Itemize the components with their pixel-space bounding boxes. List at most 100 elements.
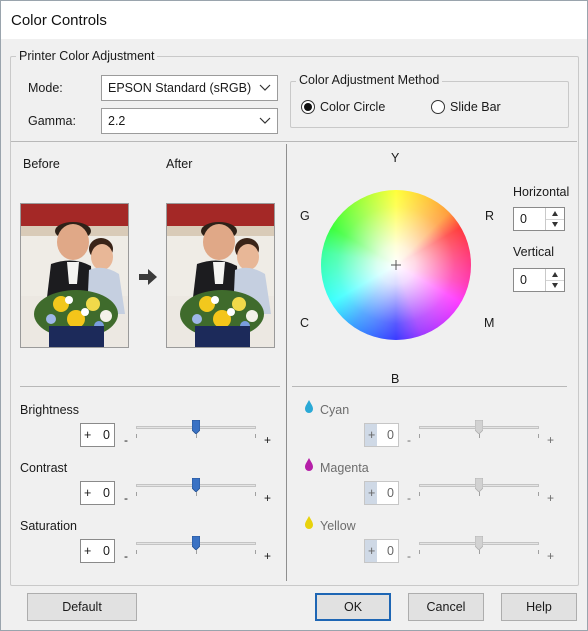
slider-tick bbox=[255, 434, 256, 438]
saturation-value: 0 bbox=[103, 544, 110, 558]
contrast-plus: + bbox=[264, 491, 272, 505]
cyan-plus: + bbox=[547, 433, 555, 447]
circle-label-m: M bbox=[484, 316, 495, 330]
triangle-up-icon bbox=[552, 211, 558, 216]
saturation-value-box[interactable]: + 0 bbox=[80, 539, 115, 563]
color-circle-radio-label[interactable]: Color Circle bbox=[320, 100, 385, 114]
contrast-sign: + bbox=[84, 486, 92, 500]
circle-label-y: Y bbox=[391, 151, 400, 165]
circle-label-b: B bbox=[391, 372, 400, 386]
contrast-slider-thumb[interactable] bbox=[192, 478, 200, 492]
chevron-down-icon bbox=[259, 117, 271, 124]
mode-select[interactable]: EPSON Standard (sRGB) bbox=[101, 75, 278, 101]
contrast-value-box[interactable]: + 0 bbox=[80, 481, 115, 505]
after-preview-image bbox=[166, 203, 275, 348]
crosshair-icon[interactable] bbox=[390, 259, 402, 271]
before-preview-image bbox=[20, 203, 129, 348]
cyan-minus: - bbox=[407, 433, 411, 447]
magenta-sign: + bbox=[368, 486, 376, 500]
slider-tick bbox=[419, 550, 420, 554]
slider-tick bbox=[195, 434, 197, 438]
slider-tick bbox=[136, 434, 137, 438]
cyan-value-box: + 0 bbox=[364, 423, 399, 447]
slider-tick bbox=[136, 550, 137, 554]
cyan-drop-icon bbox=[305, 400, 313, 413]
vertical-value: 0 bbox=[520, 273, 527, 287]
gamma-value: 2.2 bbox=[108, 114, 126, 128]
slide-bar-radio-label[interactable]: Slide Bar bbox=[450, 100, 501, 114]
cyan-value: 0 bbox=[387, 428, 394, 442]
left-divider bbox=[20, 386, 280, 387]
printer-color-adjustment-label: Printer Color Adjustment bbox=[16, 49, 158, 63]
brightness-plus: + bbox=[264, 433, 272, 447]
circle-label-r: R bbox=[485, 209, 495, 223]
yellow-value: 0 bbox=[387, 544, 394, 558]
chevron-down-icon bbox=[259, 84, 271, 91]
circle-label-c: C bbox=[300, 316, 310, 330]
contrast-label: Contrast bbox=[20, 461, 68, 475]
color-adjustment-method-label: Color Adjustment Method bbox=[296, 73, 443, 87]
top-divider bbox=[11, 141, 577, 142]
cyan-label: Cyan bbox=[320, 403, 350, 417]
slider-tick bbox=[538, 550, 539, 554]
brightness-minus: - bbox=[124, 433, 128, 447]
mode-value: EPSON Standard (sRGB) bbox=[108, 81, 252, 95]
brightness-value-box[interactable]: + 0 bbox=[80, 423, 115, 447]
gamma-label: Gamma: bbox=[28, 114, 76, 128]
brightness-slider-thumb[interactable] bbox=[192, 420, 200, 434]
slider-tick bbox=[478, 434, 480, 438]
cyan-slider-thumb bbox=[475, 420, 483, 434]
magenta-value-box: + 0 bbox=[364, 481, 399, 505]
default-button[interactable]: Default bbox=[27, 593, 137, 621]
slide-bar-radio[interactable] bbox=[431, 100, 445, 114]
color-circle[interactable] bbox=[321, 190, 471, 340]
saturation-slider-thumb[interactable] bbox=[192, 536, 200, 550]
saturation-plus: + bbox=[264, 549, 272, 563]
contrast-value: 0 bbox=[103, 486, 110, 500]
slider-tick bbox=[195, 550, 197, 554]
yellow-plus: + bbox=[547, 549, 555, 563]
cancel-button[interactable]: Cancel bbox=[408, 593, 484, 621]
yellow-label: Yellow bbox=[320, 519, 356, 533]
right-divider bbox=[292, 386, 567, 387]
brightness-sign: + bbox=[84, 428, 92, 442]
color-circle-radio[interactable] bbox=[301, 100, 315, 114]
slider-tick bbox=[419, 492, 420, 496]
horizontal-label: Horizontal bbox=[513, 185, 570, 199]
ok-button[interactable]: OK bbox=[315, 593, 391, 621]
contrast-minus: - bbox=[124, 491, 128, 505]
slider-tick bbox=[538, 492, 539, 496]
triangle-up-icon bbox=[552, 272, 558, 277]
magenta-plus: + bbox=[547, 491, 555, 505]
yellow-minus: - bbox=[407, 549, 411, 563]
yellow-sign: + bbox=[368, 544, 376, 558]
slider-tick bbox=[136, 492, 137, 496]
slider-tick bbox=[478, 550, 480, 554]
magenta-drop-icon bbox=[305, 458, 313, 471]
help-button[interactable]: Help bbox=[501, 593, 577, 621]
vertical-label: Vertical bbox=[513, 245, 554, 259]
arrow-right-icon bbox=[139, 269, 157, 285]
gamma-select[interactable]: 2.2 bbox=[101, 108, 278, 134]
brightness-value: 0 bbox=[103, 428, 110, 442]
brightness-label: Brightness bbox=[20, 403, 80, 417]
saturation-label: Saturation bbox=[20, 519, 77, 533]
horizontal-value: 0 bbox=[520, 212, 527, 226]
mode-label: Mode: bbox=[28, 81, 63, 95]
yellow-drop-icon bbox=[305, 516, 313, 529]
saturation-sign: + bbox=[84, 544, 92, 558]
triangle-down-icon bbox=[552, 283, 558, 288]
vertical-spinner[interactable]: 0 bbox=[513, 268, 565, 292]
horizontal-spinner[interactable]: 0 bbox=[513, 207, 565, 231]
yellow-slider-thumb bbox=[475, 536, 483, 550]
magenta-label: Magenta bbox=[320, 461, 369, 475]
slider-tick bbox=[538, 434, 539, 438]
before-label: Before bbox=[23, 157, 60, 171]
magenta-minus: - bbox=[407, 491, 411, 505]
vertical-down-button[interactable] bbox=[546, 280, 564, 291]
horizontal-down-button[interactable] bbox=[546, 219, 564, 230]
cyan-sign: + bbox=[368, 428, 376, 442]
circle-label-g: G bbox=[300, 209, 310, 223]
magenta-slider-thumb bbox=[475, 478, 483, 492]
yellow-value-box: + 0 bbox=[364, 539, 399, 563]
